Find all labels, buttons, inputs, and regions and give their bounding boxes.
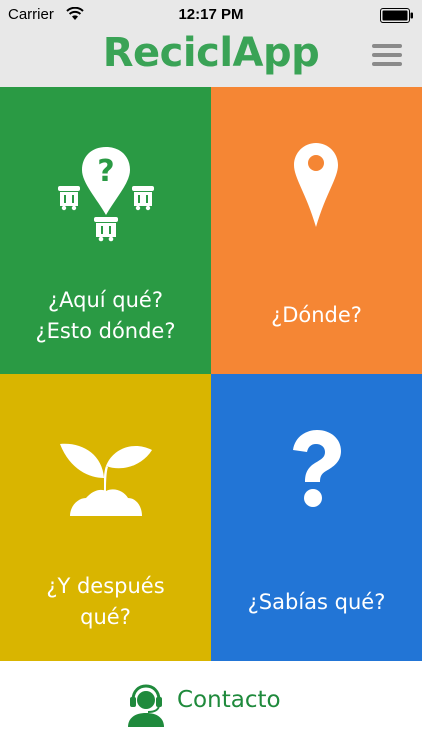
tile-donde[interactable]: ¿Dónde? (211, 87, 422, 374)
status-time: 12:17 PM (178, 6, 244, 23)
tile-label: ¿Aquí qué? ¿Esto dónde? (35, 288, 176, 343)
app-title: ReciclApp (102, 30, 320, 76)
tile-sabias-que[interactable]: ¿Sabías qué? (211, 374, 422, 661)
battery-icon (380, 8, 413, 23)
tile-y-despues-que[interactable]: ¿Y después qué? (0, 374, 211, 661)
bins-question-icon: ? (58, 147, 154, 242)
hamburger-icon (372, 44, 402, 48)
contact-button[interactable]: Contacto (0, 661, 422, 750)
location-pin-icon (294, 143, 338, 227)
tile-aqui-que[interactable]: ? ¿Aquí qué? ¿Esto dónde? (0, 87, 211, 374)
status-bar: Carrier 12:17 PM (0, 0, 422, 30)
contact-label: Contacto (177, 687, 281, 713)
nav-bar: ReciclApp (0, 30, 422, 87)
support-agent-icon (128, 684, 164, 727)
tile-label: ¿Sabías qué? (247, 590, 386, 614)
sprout-icon (60, 443, 152, 516)
svg-text:?: ? (97, 154, 114, 189)
tile-label: ¿Y después qué? (46, 574, 165, 629)
menu-button[interactable] (372, 44, 402, 66)
tile-label: ¿Dónde? (271, 303, 362, 327)
question-mark-icon (293, 430, 341, 507)
